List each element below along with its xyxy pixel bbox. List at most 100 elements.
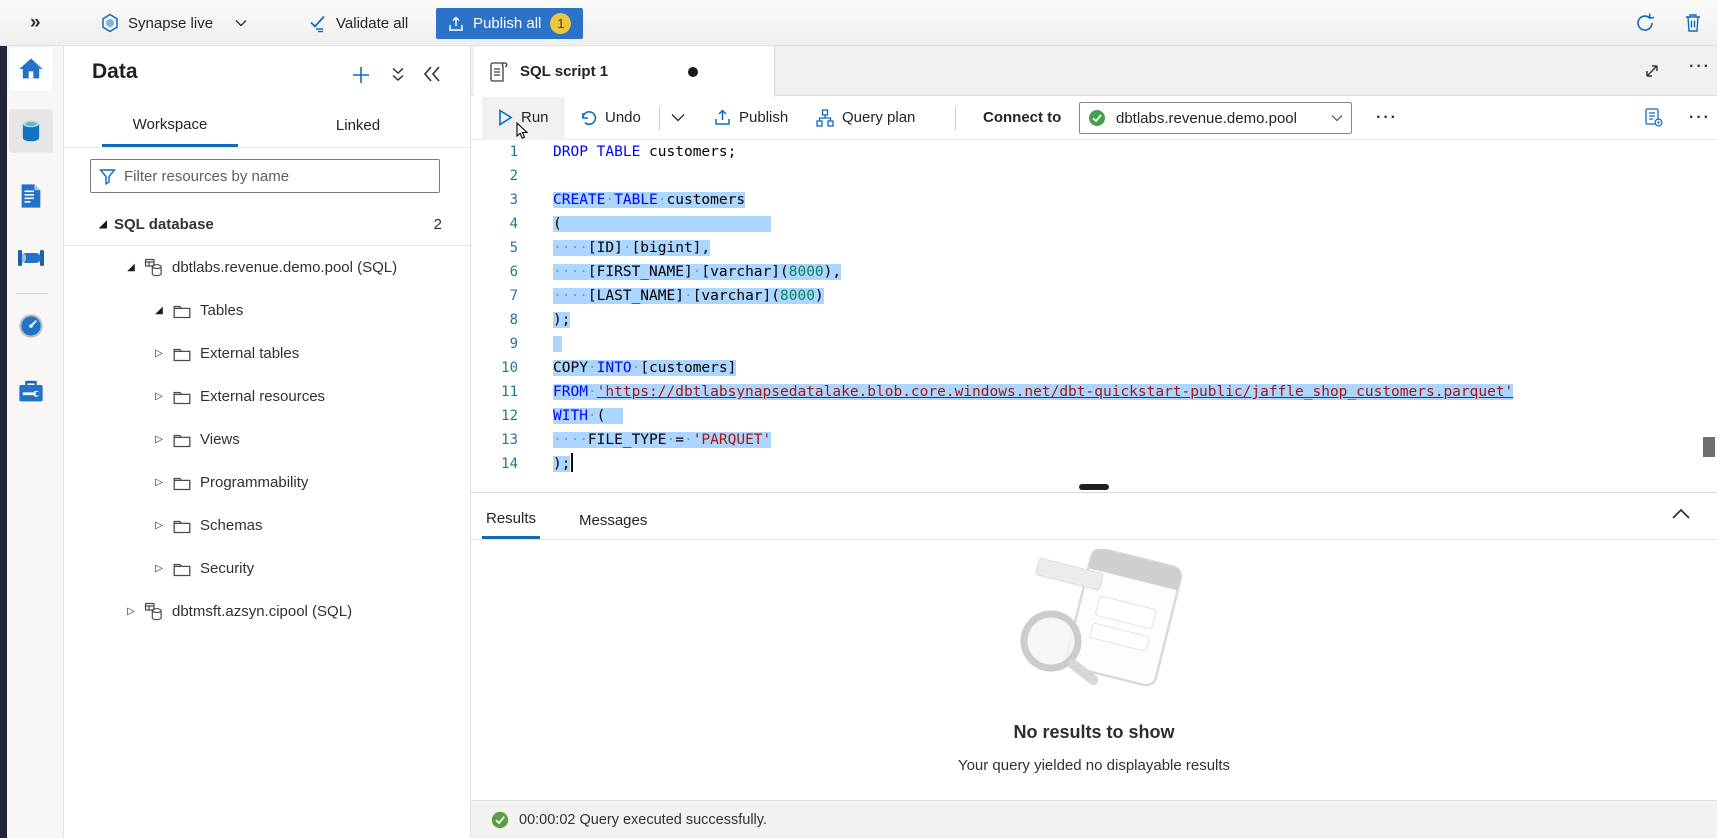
chevron-collapsed-icon[interactable]: ▷ [152,348,166,359]
sidebar-item-develop[interactable] [9,174,53,218]
folder-icon [172,430,192,450]
tree-item-external-resources[interactable]: ▷External resources [64,375,470,418]
tree-item-programmability[interactable]: ▷Programmability [64,461,470,504]
collapse-panel-icon[interactable] [422,65,442,83]
folder-icon [172,473,192,493]
unsaved-dot-icon [688,67,698,77]
toolbar-more-icon[interactable]: ··· [1376,96,1398,139]
code-line-9[interactable]: 9 [471,332,1717,356]
publish-button[interactable]: Publish [714,96,788,139]
line-number: 14 [471,452,518,476]
chevron-collapsed-icon[interactable]: ▷ [152,477,166,488]
tab-messages[interactable]: Messages [575,501,651,539]
collapse-results-icon[interactable] [1671,507,1691,520]
publish-all-button[interactable]: Publish all 1 [436,8,583,39]
results-tabs-divider [471,539,1717,540]
validate-all-button[interactable]: Validate all [308,0,408,46]
run-options-dropdown[interactable] [671,96,685,139]
sidebar-item-manage[interactable] [9,370,53,414]
tab-sql-script-1[interactable]: SQL script 1 [474,46,775,97]
chevron-collapsed-icon[interactable]: ▷ [124,606,138,617]
discard-all-icon[interactable] [1682,12,1704,34]
editor-scrollbar-thumb[interactable] [1703,437,1715,457]
tree-item-external-tables[interactable]: ▷ External tables [64,332,470,375]
undo-icon [579,109,597,127]
toolbar-more-right-icon[interactable]: ··· [1689,96,1711,139]
code-line-7[interactable]: 7 ····[LAST_NAME]·[varchar](8000) [471,284,1717,308]
rail-divider [16,293,48,294]
chevron-collapsed-icon[interactable]: ▷ [152,563,166,574]
sidebar-item-data[interactable] [9,109,53,153]
code-line-content: ····[ID]·[bigint], [553,236,710,260]
tab-linked[interactable]: Linked [312,104,404,147]
tab-workspace[interactable]: Workspace [102,104,238,147]
sidebar-item-home[interactable] [9,47,53,91]
filter-resources-box [90,159,440,193]
success-check-icon [491,811,509,829]
code-line-2[interactable]: 2 [471,164,1717,188]
code-line-14[interactable]: 14); [471,452,1717,476]
chevron-expanded-icon[interactable]: ◢ [152,305,166,316]
line-number: 7 [471,284,518,308]
code-line-content: DROP TABLE customers; [553,140,736,164]
folder-icon [172,344,192,364]
expand-menu-icon[interactable]: » [30,0,41,46]
tree-item-security[interactable]: ▷Security [64,547,470,590]
main-work-area: SQL script 1 ··· Run Undo [471,46,1717,838]
code-line-10[interactable]: 10COPY·INTO·[customers] [471,356,1717,380]
code-line-13[interactable]: 13 ····FILE_TYPE·=·'PARQUET' [471,428,1717,452]
query-plan-button[interactable]: Query plan [816,96,915,139]
tab-results[interactable]: Results [482,501,540,539]
collapse-all-icon[interactable] [390,66,406,84]
environment-switcher[interactable]: Synapse live [100,0,247,46]
toolbar-separator [955,106,956,130]
chevron-collapsed-icon[interactable]: ▷ [152,391,166,402]
sidebar-item-monitor[interactable] [9,304,53,348]
code-line-content: ····FILE_TYPE·=·'PARQUET' [553,428,771,452]
pool-selector-dropdown[interactable]: dbtlabs.revenue.demo.pool [1079,102,1352,134]
splitter-handle[interactable] [1079,484,1109,490]
mouse-cursor [516,122,531,140]
refresh-icon[interactable] [1634,12,1656,34]
line-number: 13 [471,428,518,452]
tree-item-schemas[interactable]: ▷Schemas [64,504,470,547]
line-number: 3 [471,188,518,212]
tree-item-label: External tables [200,345,299,362]
tree-item-dbtmsft-azsyn-cipool-sql[interactable]: ▷dbtmsft.azsyn.cipool (SQL) [64,590,470,633]
chevron-collapsed-icon[interactable]: ▷ [152,520,166,531]
code-line-content: WITH·( [553,404,623,428]
connect-to-label: Connect to [983,96,1061,139]
script-properties-icon[interactable] [1643,96,1664,139]
undo-button[interactable]: Undo [579,96,641,139]
folder-icon [172,516,192,536]
tree-item-sql-database[interactable]: ◢SQL database2 [64,203,470,246]
line-number: 2 [471,164,518,188]
toolbar-separator [659,106,660,130]
code-line-3[interactable]: 3CREATE·TABLE·customers [471,188,1717,212]
code-line-6[interactable]: 6····[FIRST_NAME]·[varchar](8000), [471,260,1717,284]
add-resource-icon[interactable] [350,64,372,86]
code-line-5[interactable]: 5····[ID]·[bigint], [471,236,1717,260]
tree-item-tables[interactable]: ◢ Tables [64,289,470,332]
code-line-8[interactable]: 8); [471,308,1717,332]
tree-item-dbtlabs-revenue-demo-pool-sql[interactable]: ◢ dbtlabs.revenue.demo.pool (SQL) [64,246,470,289]
filter-resources-input[interactable] [124,168,431,185]
tab-title: SQL script 1 [520,63,608,80]
sidebar-item-integrate[interactable] [9,236,53,280]
validate-icon [308,13,328,33]
code-line-1[interactable]: 1DROP TABLE customers; [471,140,1717,164]
chevron-expanded-icon[interactable]: ◢ [124,262,138,273]
code-line-12[interactable]: 12WITH·( [471,404,1717,428]
tree-item-views[interactable]: ▷Views [64,418,470,461]
synapse-live-icon [100,13,120,33]
chevron-collapsed-icon[interactable]: ▷ [152,434,166,445]
tree-item-label: Tables [200,302,243,319]
expand-editor-icon[interactable] [1643,62,1661,80]
tree-item-label: dbtlabs.revenue.demo.pool (SQL) [172,259,397,276]
chevron-expanded-icon[interactable]: ◢ [96,219,110,230]
code-line-4[interactable]: 4( [471,212,1717,236]
tab-more-actions-icon[interactable]: ··· [1689,58,1711,76]
code-line-content: ····[LAST_NAME]·[varchar](8000) [553,284,824,308]
code-line-11[interactable]: 11FROM·'https://dbtlabsynapsedatalake.bl… [471,380,1717,404]
sql-code-editor[interactable]: 1DROP TABLE customers;23CREATE·TABLE·cus… [471,140,1717,487]
